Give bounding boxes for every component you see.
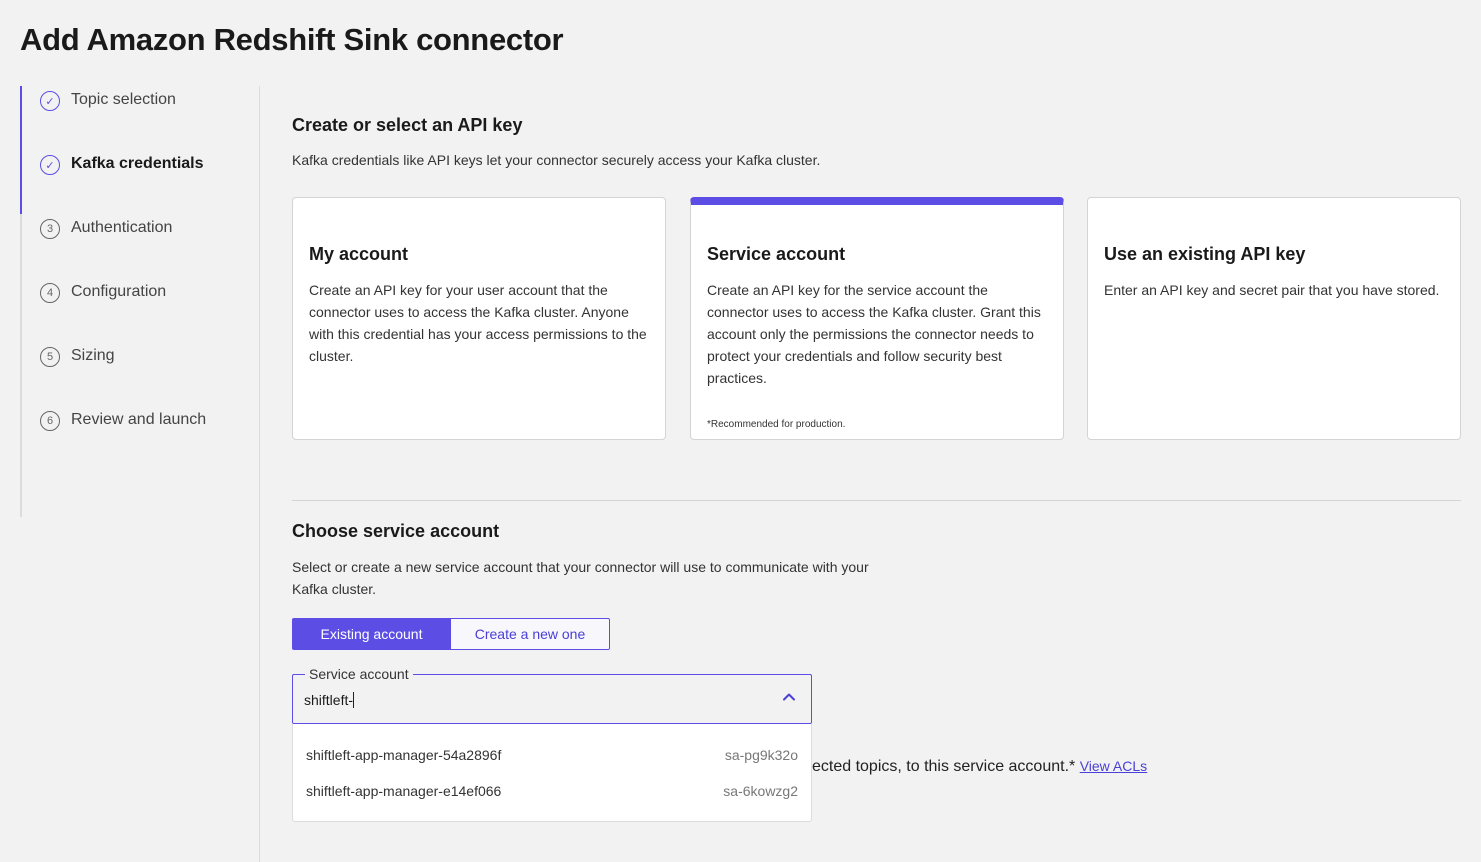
step-label: Authentication <box>71 219 173 236</box>
step-label: Configuration <box>71 283 167 300</box>
step-sizing[interactable]: 5 Sizing <box>20 342 260 406</box>
service-account-combobox[interactable]: Service account shiftleft- <box>292 666 812 724</box>
option-id: sa-6kowzg2 <box>723 783 798 799</box>
step-authentication[interactable]: 3 Authentication <box>20 214 260 278</box>
account-type-toggle: Existing account Create a new one <box>292 618 610 650</box>
step-label: Topic selection <box>71 91 176 108</box>
stepper-line <box>20 470 22 517</box>
option-name: shiftleft-app-manager-e14ef066 <box>306 783 502 799</box>
step-kafka-credentials[interactable]: ✓ Kafka credentials <box>20 150 260 214</box>
card-description: Create an API key for your user account … <box>309 282 647 364</box>
step-review-and-launch[interactable]: 6 Review and launch <box>20 406 260 470</box>
text-cursor <box>353 692 355 708</box>
step-number-5-icon: 5 <box>40 347 60 367</box>
dropdown-option[interactable]: shiftleft-app-manager-e14ef066 sa-6kowzg… <box>293 773 811 809</box>
existing-account-button[interactable]: Existing account <box>292 618 451 650</box>
service-account-dropdown: shiftleft-app-manager-54a2896f sa-pg9k32… <box>292 724 812 822</box>
service-account-input[interactable]: shiftleft- <box>304 692 355 708</box>
vertical-divider <box>259 86 260 862</box>
chevron-up-icon[interactable] <box>781 689 797 705</box>
step-configuration[interactable]: 4 Configuration <box>20 278 260 342</box>
card-note: *Recommended for production. <box>707 419 846 430</box>
acl-notice-text: ected topics, to this service account.* <box>812 758 1076 775</box>
step-number-4-icon: 4 <box>40 283 60 303</box>
option-id: sa-pg9k32o <box>724 747 798 763</box>
api-key-section-description: Kafka credentials like API keys let your… <box>292 152 821 168</box>
create-new-account-button[interactable]: Create a new one <box>451 618 610 650</box>
card-title: Service account <box>707 244 846 264</box>
step-topic-selection[interactable]: ✓ Topic selection <box>20 86 260 150</box>
card-service-account[interactable]: Service account Create an API key for th… <box>690 197 1064 440</box>
step-label: Sizing <box>71 347 115 364</box>
step-label: Kafka credentials <box>71 155 204 172</box>
dropdown-option[interactable]: shiftleft-app-manager-54a2896f sa-pg9k32… <box>293 737 811 773</box>
card-title: My account <box>309 244 409 264</box>
check-circle-icon: ✓ <box>40 91 60 111</box>
horizontal-divider <box>292 500 1461 501</box>
check-circle-icon: ✓ <box>40 155 60 175</box>
step-number-3-icon: 3 <box>40 219 60 239</box>
view-acls-link[interactable]: View ACLs <box>1080 758 1147 774</box>
card-my-account[interactable]: My account Create an API key for your us… <box>292 197 666 440</box>
card-description: Enter an API key and secret pair that yo… <box>1104 282 1440 298</box>
stepper: ✓ Topic selection ✓ Kafka credentials 3 … <box>20 86 260 517</box>
page-title: Add Amazon Redshift Sink connector <box>20 22 564 57</box>
step-label: Review and launch <box>71 411 207 428</box>
service-account-section-description: Select or create a new service account t… <box>292 559 869 597</box>
api-key-section-title: Create or select an API key <box>292 115 523 135</box>
acl-notice: ected topics, to this service account.* … <box>812 758 1147 776</box>
option-name: shiftleft-app-manager-54a2896f <box>306 747 502 763</box>
card-description: Create an API key for the service accoun… <box>707 282 1041 386</box>
card-title: Use an existing API key <box>1104 244 1306 264</box>
step-number-6-icon: 6 <box>40 411 60 431</box>
card-existing-api-key[interactable]: Use an existing API key Enter an API key… <box>1087 197 1461 440</box>
field-label: Service account <box>305 666 413 682</box>
service-account-section-title: Choose service account <box>292 521 500 541</box>
